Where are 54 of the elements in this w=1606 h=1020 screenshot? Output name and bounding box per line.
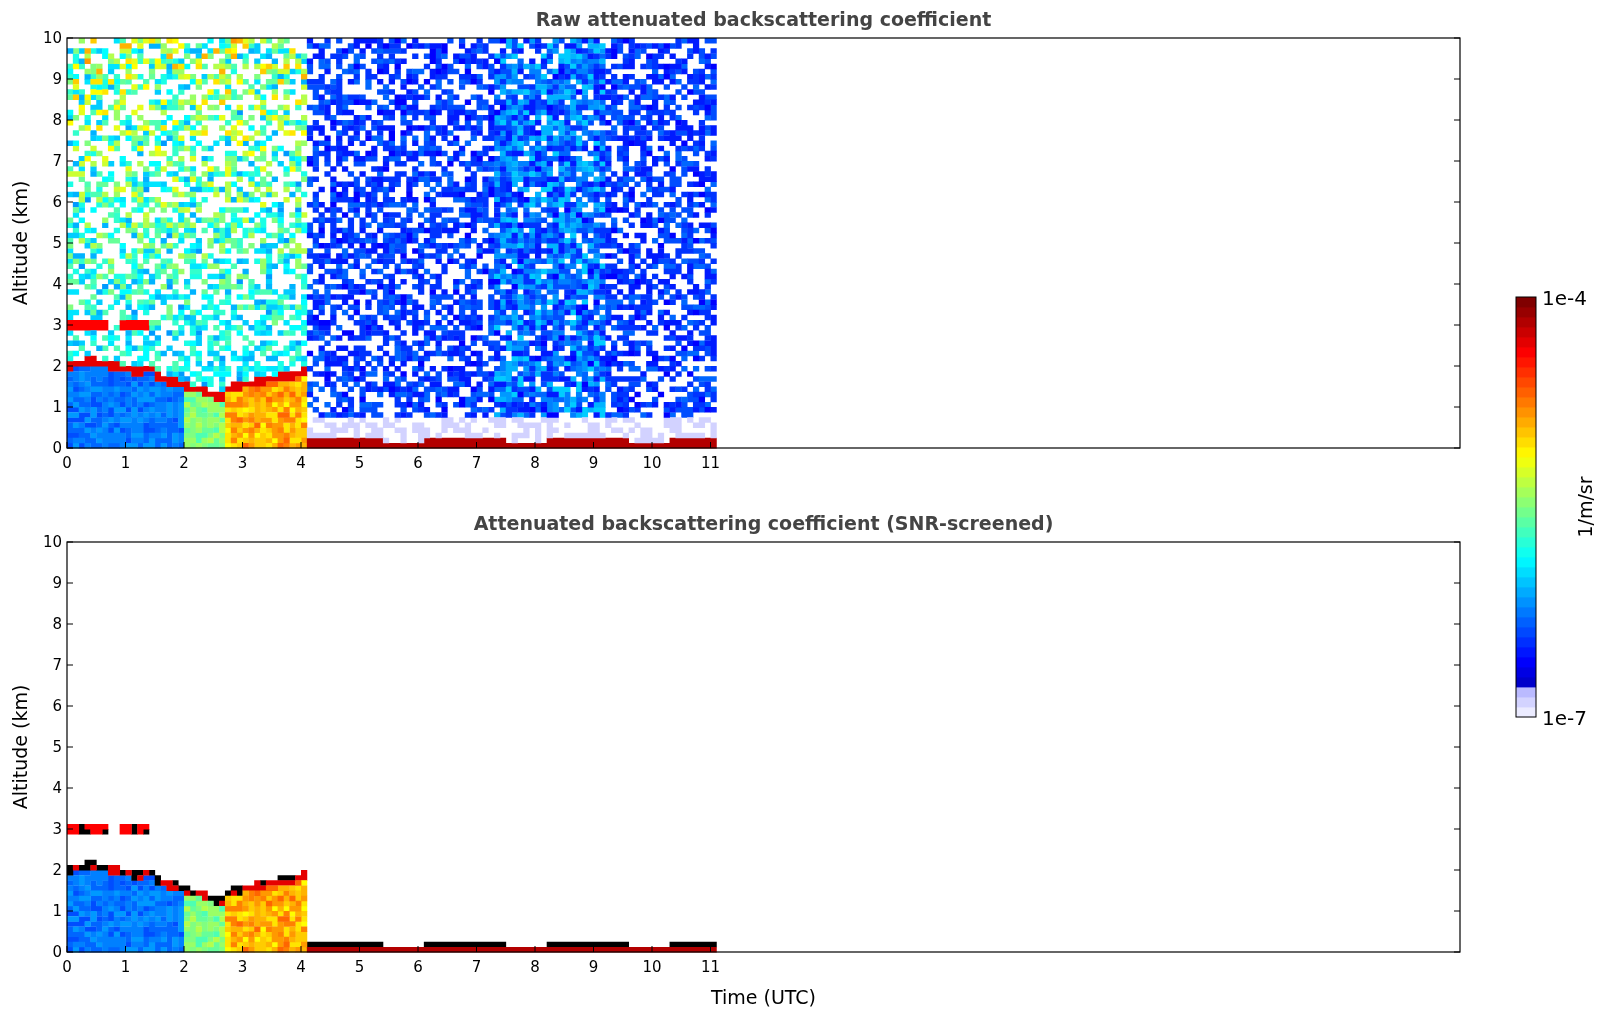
axis-label: Altitude (km) [9, 180, 31, 306]
tick-label: 9 [52, 574, 62, 592]
colorbar-label: 1/m/sr [1574, 476, 1596, 538]
tick-label: 3 [52, 316, 62, 334]
tick-label: 5 [52, 234, 62, 252]
tick-label: 2 [52, 861, 62, 879]
tick-label: 7 [52, 656, 62, 674]
tick-label: 1 [120, 958, 131, 976]
tick-label: 6 [413, 454, 423, 472]
tick-label: 9 [588, 958, 599, 976]
colorbar-min-label: 1e-7 [1542, 706, 1587, 730]
tick-label: 1 [52, 398, 62, 416]
tick-label: 10 [42, 29, 62, 47]
axis-label: Time (UTC) [711, 986, 816, 1008]
tick-label: 9 [52, 70, 62, 88]
tick-label: 3 [237, 454, 248, 472]
tick-label: 8 [530, 958, 540, 976]
tick-label: 1 [52, 902, 62, 920]
chart-title: Raw attenuated backscattering coefficient [535, 8, 992, 30]
tick-label: 5 [52, 738, 62, 756]
tick-label: 2 [179, 958, 189, 976]
tick-label: 11 [700, 454, 721, 472]
tick-label: 8 [52, 111, 62, 129]
colorbar-max-label: 1e-4 [1542, 286, 1587, 310]
tick-label: 3 [237, 958, 248, 976]
tick-label: 6 [413, 958, 423, 976]
tick-label: 8 [52, 615, 62, 633]
tick-label: 10 [642, 454, 662, 472]
tick-label: 0 [62, 958, 72, 976]
tick-label: 2 [52, 357, 62, 375]
tick-label: 8 [530, 454, 540, 472]
tick-label: 6 [52, 697, 62, 715]
tick-label: 10 [42, 533, 62, 551]
tick-label: 5 [354, 454, 365, 472]
tick-label: 3 [52, 820, 62, 838]
tick-label: 2 [179, 454, 189, 472]
tick-label: 0 [52, 943, 62, 961]
tick-label: 4 [52, 779, 62, 797]
tick-label: 9 [588, 454, 599, 472]
tick-label: 10 [642, 958, 662, 976]
tick-label: 0 [62, 454, 72, 472]
tick-label: 4 [52, 275, 62, 293]
tick-label: 6 [52, 193, 62, 211]
tick-label: 7 [471, 454, 482, 472]
tick-label: 7 [471, 958, 482, 976]
tick-label: 0 [52, 439, 62, 457]
tick-label: 5 [354, 958, 365, 976]
axis-label: Altitude (km) [9, 684, 31, 810]
chart-title: Attenuated backscattering coefficient (SNR-screened) [473, 512, 1054, 534]
tick-label: 4 [296, 454, 306, 472]
tick-label: 7 [52, 152, 62, 170]
tick-label: 11 [700, 958, 721, 976]
tick-label: 4 [296, 958, 306, 976]
tick-label: 1 [120, 454, 131, 472]
